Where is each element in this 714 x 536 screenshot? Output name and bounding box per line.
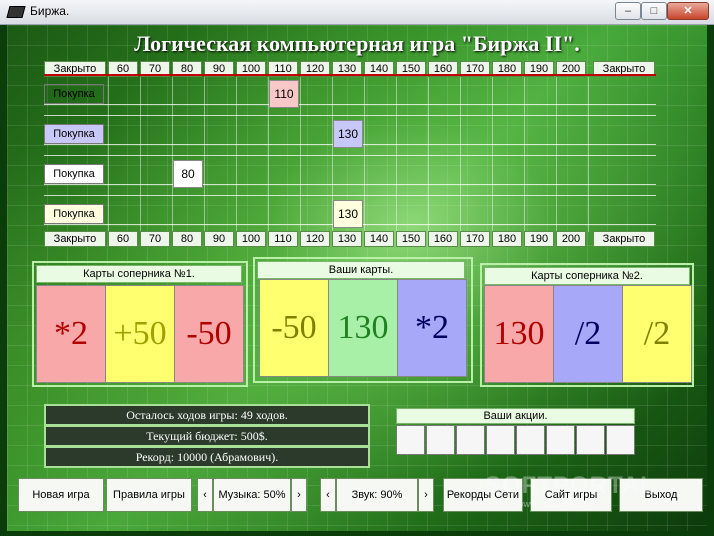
opponent1-card: -50 [174, 285, 244, 383]
closed-label: Закрыто [593, 231, 655, 247]
new-game-button[interactable]: Новая игра [18, 478, 104, 512]
my-card[interactable]: 130 [328, 279, 398, 377]
window-title: Биржа. [30, 4, 70, 18]
opponent1-card: *2 [36, 285, 106, 383]
scale-tick: 150 [396, 231, 426, 247]
share-slot [576, 425, 605, 455]
scale-tick: 70 [140, 231, 170, 247]
scale-tick: 60 [108, 231, 138, 247]
buy-button[interactable]: Покупка [44, 84, 104, 104]
music-increase-button[interactable]: › [291, 478, 307, 512]
my-cards-panel: Ваши карты. -50 130 *2 [253, 257, 473, 383]
buy-button[interactable]: Покупка [44, 164, 104, 184]
music-decrease-button[interactable]: ‹ [197, 478, 213, 512]
opponent2-card: 130 [484, 285, 554, 383]
price-marker: 80 [173, 160, 203, 188]
scale-tick: 130 [332, 231, 362, 247]
scale-tick: 140 [364, 231, 394, 247]
panel-title: Карты соперника №1. [36, 265, 242, 283]
closed-label: Закрыто [44, 231, 106, 247]
my-card[interactable]: -50 [259, 279, 329, 377]
game-title: Логическая компьютерная игра "Биржа II". [134, 31, 580, 56]
scale-tick: 190 [524, 231, 554, 247]
opponent1-card: +50 [105, 285, 175, 383]
music-volume-display: Музыка: 50% [213, 478, 291, 512]
rules-button[interactable]: Правила игры [106, 478, 192, 512]
share-slot [516, 425, 545, 455]
price-marker: 130 [333, 200, 363, 228]
red-limit-line [44, 74, 656, 76]
scale-tick: 200 [556, 231, 586, 247]
sound-decrease-button[interactable]: ‹ [320, 478, 336, 512]
budget-text: Текущий бюджет: 500$. [44, 425, 370, 447]
scale-tick: 110 [268, 231, 298, 247]
maximize-button[interactable]: □ [641, 2, 667, 20]
row-line [44, 115, 656, 116]
price-marker: 130 [333, 120, 363, 148]
share-slot [396, 425, 425, 455]
price-scale-bottom: Закрыто 60 70 80 90 100 110 120 130 140 … [44, 231, 656, 247]
sound-volume-display: Звук: 90% [336, 478, 418, 512]
scale-tick: 160 [428, 231, 458, 247]
app-window: Биржа. – □ ✕ Логическая компьютерная игр… [0, 0, 714, 536]
share-slot [546, 425, 575, 455]
minimize-button[interactable]: – [615, 2, 641, 20]
panel-title: Ваши карты. [257, 261, 465, 279]
price-marker: 110 [269, 80, 299, 108]
scale-tick: 80 [172, 231, 202, 247]
panel-title: Карты соперника №2. [484, 267, 690, 285]
game-area: Логическая компьютерная игра "Биржа II".… [7, 25, 707, 531]
share-slot [606, 425, 635, 455]
title-bar: Биржа. – □ ✕ [0, 0, 714, 25]
record-text: Рекорд: 10000 (Абрамович). [44, 446, 370, 468]
close-button[interactable]: ✕ [667, 2, 709, 20]
sound-increase-button[interactable]: › [418, 478, 434, 512]
opponent2-card: /2 [622, 285, 692, 383]
scale-tick: 170 [460, 231, 490, 247]
shares-title: Ваши акции. [396, 408, 635, 424]
watermark-logo: SOFTPORTAL [485, 472, 656, 499]
opponent2-card: /2 [553, 285, 623, 383]
app-icon [6, 6, 26, 18]
watermark-url: www.softportal.com [517, 499, 596, 509]
scale-tick: 120 [300, 231, 330, 247]
opponent1-cards-panel: Карты соперника №1. *2 +50 -50 [32, 261, 248, 387]
row-line [44, 104, 656, 105]
buy-button[interactable]: Покупка [44, 124, 104, 144]
row-line [44, 184, 656, 185]
share-slot [456, 425, 485, 455]
opponent2-cards-panel: Карты соперника №2. 130 /2 /2 [480, 263, 694, 387]
scale-tick: 90 [204, 231, 234, 247]
scale-tick: 100 [236, 231, 266, 247]
scale-tick: 180 [492, 231, 522, 247]
my-card[interactable]: *2 [397, 279, 467, 377]
row-line [44, 155, 656, 156]
moves-left-text: Осталось ходов игры: 49 ходов. [44, 404, 370, 426]
buy-button[interactable]: Покупка [44, 204, 104, 224]
share-slot [426, 425, 455, 455]
row-line [44, 195, 656, 196]
share-slot [486, 425, 515, 455]
